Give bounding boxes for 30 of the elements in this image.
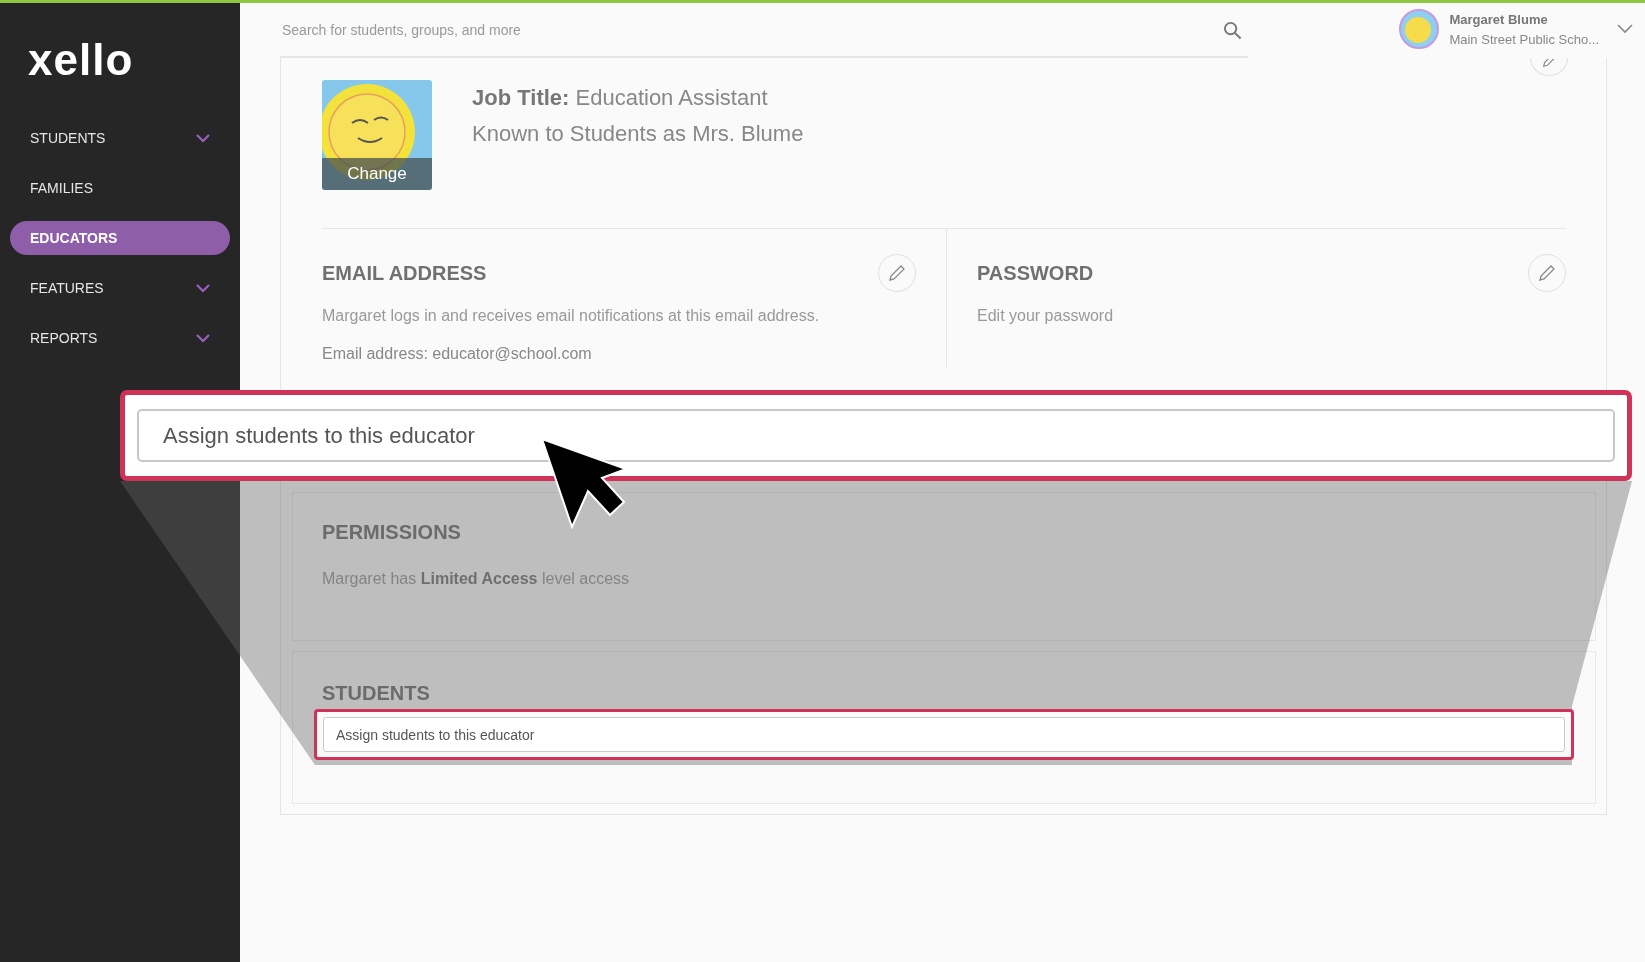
edit-button[interactable] xyxy=(1528,254,1566,292)
logo[interactable]: xello xyxy=(0,35,240,85)
edit-button[interactable] xyxy=(878,254,916,292)
email-description: Margaret logs in and receives email notifications at this email address. xyxy=(322,307,821,325)
job-title: Job Title: Education Assistant xyxy=(472,85,769,111)
nav-item[interactable]: EDUCATORS xyxy=(10,221,230,255)
section-title: PASSWORD xyxy=(977,261,1094,285)
nav-item[interactable]: STUDENTS xyxy=(10,121,230,155)
user-name: Margaret Blume xyxy=(1449,11,1549,27)
input-field[interactable]: Assign students to this educator xyxy=(137,409,1615,462)
pencil-icon xyxy=(887,263,907,283)
nav-item[interactable]: REPORTS xyxy=(10,321,230,355)
nav-item[interactable]: FEATURES xyxy=(10,271,230,305)
known-as-text: Known to Students as Mrs. Blume xyxy=(472,121,804,147)
section-title: EMAIL ADDRESS xyxy=(322,261,487,285)
search-icon[interactable] xyxy=(1223,20,1242,40)
input-field[interactable]: Assign students to this educator xyxy=(323,717,1565,752)
email-address: Email address: educator@school.com xyxy=(322,345,593,363)
change-photo-button[interactable]: Change xyxy=(322,158,432,190)
section-title: PERMISSIONS xyxy=(322,521,462,544)
pencil-icon xyxy=(1537,263,1557,283)
chevron-down-icon[interactable] xyxy=(1617,24,1633,34)
search-field[interactable]: Search for students, groups, and more xyxy=(280,21,1223,39)
nav-item[interactable]: FAMILIES xyxy=(10,171,230,205)
permissions-text: Margaret has Limited Access level access xyxy=(322,570,631,588)
edit-button[interactable] xyxy=(1530,58,1568,76)
user-avatar-icon[interactable] xyxy=(1399,9,1440,49)
password-description: Edit your password xyxy=(977,307,1115,325)
section-title: STUDENTS xyxy=(322,682,431,705)
school-name: Main Street Public Scho... xyxy=(1449,31,1599,47)
